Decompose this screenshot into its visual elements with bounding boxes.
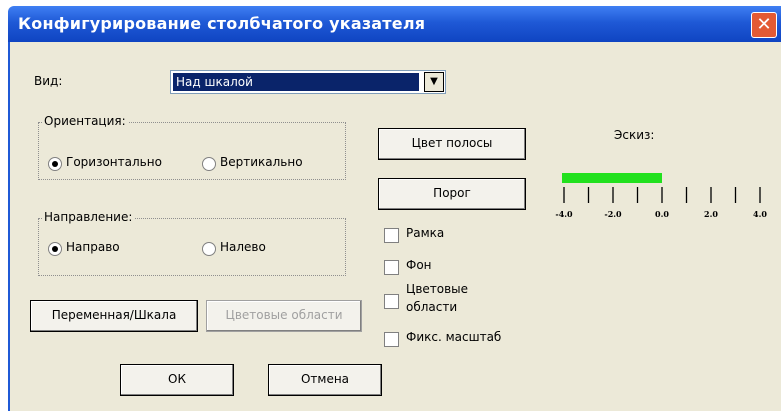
close-icon: ✕ (756, 14, 772, 35)
orientation-vertical-radio[interactable] (202, 157, 216, 171)
cancel-button[interactable]: Отмена (268, 364, 382, 396)
direction-left-label[interactable]: Налево (220, 240, 266, 254)
orientation-horizontal-label[interactable]: Горизонтально (66, 155, 162, 169)
preview-tick-labels: -4.0 -2.0 0.0 2.0 4.0 (555, 209, 767, 219)
fixed-scale-checkbox[interactable] (384, 332, 399, 347)
dialog-window: Конфигурирование столбчатого указателя ✕… (8, 6, 781, 411)
dialog-client-area: Вид: Над шкалой ▼ Ориентация: Горизонтал… (10, 42, 781, 411)
preview-label: Эскиз: (614, 128, 655, 142)
preview-bar (562, 173, 662, 183)
direction-left-radio[interactable] (202, 242, 216, 256)
color-areas-label-line2[interactable]: области (406, 300, 457, 314)
bar-color-button[interactable]: Цвет полосы (378, 128, 526, 160)
orientation-legend: Ориентация: (42, 114, 128, 128)
preview-tick-label: 4.0 (753, 209, 767, 219)
close-button[interactable]: ✕ (751, 12, 777, 38)
background-label[interactable]: Фон (406, 258, 432, 272)
orientation-horizontal-radio[interactable] (48, 157, 62, 171)
frame-label[interactable]: Рамка (406, 226, 444, 240)
preview-tick-label: 2.0 (704, 209, 718, 219)
color-areas-button: Цветовые области (206, 300, 362, 332)
direction-right-radio[interactable] (48, 242, 62, 256)
preview-tick-label: -4.0 (555, 209, 573, 219)
preview-tick-label: 0.0 (655, 209, 669, 219)
frame-checkbox[interactable] (384, 228, 399, 243)
direction-right-label[interactable]: Направо (66, 240, 120, 254)
background-checkbox[interactable] (384, 260, 399, 275)
variable-scale-button[interactable]: Переменная/Шкала (30, 300, 198, 332)
title-bar: Конфигурирование столбчатого указателя ✕ (8, 6, 781, 42)
chevron-down-icon[interactable]: ▼ (424, 72, 444, 92)
preview-scale: -4.0 -2.0 0.0 2.0 4.0 (555, 173, 767, 219)
orientation-group (38, 122, 346, 180)
preview-tick-label: -2.0 (604, 209, 622, 219)
fixed-scale-label[interactable]: Фикс. масштаб (406, 330, 501, 344)
orientation-vertical-label[interactable]: Вертикально (220, 155, 303, 169)
color-areas-label-line1[interactable]: Цветовые (406, 282, 468, 296)
view-selected-value: Над шкалой (173, 73, 419, 91)
color-areas-checkbox[interactable] (384, 294, 399, 309)
view-label: Вид: (34, 74, 63, 88)
dialog-title: Конфигурирование столбчатого указателя (18, 14, 426, 33)
ok-button[interactable]: ОК (120, 364, 234, 396)
view-select[interactable]: Над шкалой ▼ (170, 70, 446, 94)
threshold-button[interactable]: Порог (378, 178, 526, 210)
direction-legend: Направление: (42, 210, 135, 224)
preview-ticks (563, 187, 761, 203)
